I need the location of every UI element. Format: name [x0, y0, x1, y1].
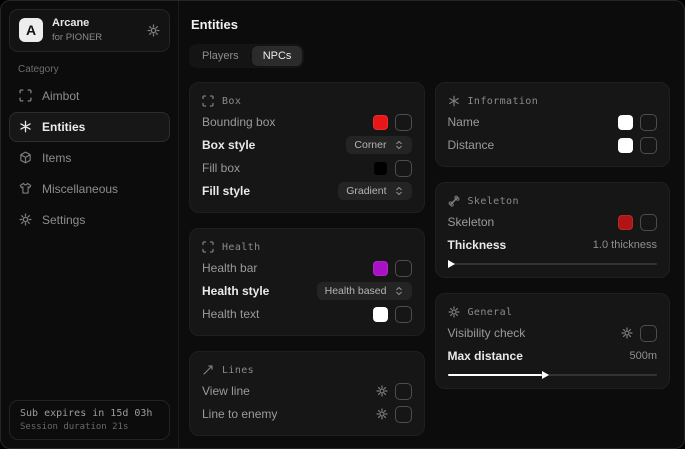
checkbox[interactable]	[395, 260, 412, 277]
sidebar-item-items[interactable]: Items	[9, 143, 170, 173]
sidebar: A Arcane for PIONER Category Aimbot Enti…	[1, 1, 179, 448]
max-distance-value: 500m	[629, 350, 657, 362]
sidebar-item-miscellaneous[interactable]: Miscellaneous	[9, 174, 170, 204]
setting-row-health-bar: Health bar	[202, 259, 412, 277]
card-skeleton: Skeleton Skeleton Thickness 1.0 thicknes…	[435, 182, 671, 278]
entities-icon	[19, 120, 32, 133]
checkbox[interactable]	[640, 325, 657, 342]
card-box: Box Bounding box Box style Corner	[189, 82, 425, 213]
app-window: A Arcane for PIONER Category Aimbot Enti…	[0, 0, 685, 449]
setting-row-bounding-box: Bounding box	[202, 113, 412, 131]
card-title: General	[468, 307, 513, 318]
sidebar-item-settings[interactable]: Settings	[9, 205, 170, 235]
setting-row-skeleton: Skeleton	[448, 213, 658, 231]
sidebar-item-aimbot[interactable]: Aimbot	[9, 81, 170, 111]
card-title: Box	[222, 96, 241, 107]
slider-handle[interactable]	[542, 371, 549, 379]
page-title: Entities	[191, 17, 670, 32]
checkbox[interactable]	[395, 160, 412, 177]
gear-icon	[19, 213, 32, 226]
setting-row-box-style: Box style Corner	[202, 136, 412, 154]
checkbox[interactable]	[640, 214, 657, 231]
gear-icon[interactable]	[376, 385, 388, 397]
sidebar-item-label: Miscellaneous	[42, 182, 118, 196]
card-title: Information	[468, 96, 539, 107]
fill-style-select[interactable]: Gradient	[338, 182, 411, 200]
health-scan-icon	[202, 241, 214, 253]
box-style-select[interactable]: Corner	[346, 136, 411, 154]
setting-row-fill-style: Fill style Gradient	[202, 182, 412, 200]
card-information: Information Name Distance	[435, 82, 671, 167]
sidebar-item-label: Entities	[42, 120, 85, 134]
subscription-box: Sub expires in 15d 03h Session duration …	[9, 400, 170, 440]
unfold-icon	[394, 140, 404, 150]
color-swatch[interactable]	[373, 161, 388, 176]
card-title: Health	[222, 242, 261, 253]
app-subtitle: for PIONER	[52, 32, 138, 43]
tab-players[interactable]: Players	[191, 46, 250, 66]
color-swatch[interactable]	[373, 115, 388, 130]
checkbox[interactable]	[395, 383, 412, 400]
checkbox[interactable]	[395, 406, 412, 423]
bone-icon	[448, 195, 460, 207]
color-swatch[interactable]	[618, 115, 633, 130]
slider-handle[interactable]	[448, 260, 455, 268]
card-lines: Lines View line Line to enemy	[189, 351, 425, 436]
color-swatch[interactable]	[373, 261, 388, 276]
setting-row-max-distance: Max distance 500m	[448, 347, 658, 365]
card-general: General Visibility check Max distance 50…	[435, 293, 671, 389]
setting-row-health-style: Health style Health based	[202, 282, 412, 300]
setting-row-view-line: View line	[202, 382, 412, 400]
checkbox[interactable]	[640, 137, 657, 154]
checkbox[interactable]	[640, 114, 657, 131]
brand-header: A Arcane for PIONER	[9, 9, 170, 52]
color-swatch[interactable]	[618, 215, 633, 230]
package-icon	[19, 151, 32, 164]
setting-row-line-to-enemy: Line to enemy	[202, 405, 412, 423]
card-title: Lines	[222, 365, 254, 376]
health-style-select[interactable]: Health based	[317, 282, 412, 300]
setting-row-thickness: Thickness 1.0 thickness	[448, 236, 658, 254]
sidebar-item-label: Items	[42, 151, 71, 165]
gear-icon[interactable]	[147, 24, 160, 37]
shirt-icon	[19, 182, 32, 195]
main-panel: Entities Players NPCs Box Bounding box	[179, 1, 684, 448]
gear-icon[interactable]	[621, 327, 633, 339]
app-logo: A	[19, 18, 43, 42]
setting-row-fill-box: Fill box	[202, 159, 412, 177]
unfold-icon	[394, 186, 404, 196]
card-health: Health Health bar Health style Health ba…	[189, 228, 425, 336]
color-swatch[interactable]	[373, 307, 388, 322]
gear-icon[interactable]	[376, 408, 388, 420]
setting-row-distance: Distance	[448, 136, 658, 154]
subscription-expiry: Sub expires in 15d 03h	[20, 408, 159, 419]
category-label: Category	[18, 64, 170, 75]
setting-row-health-text: Health text	[202, 305, 412, 323]
diagonal-line-icon	[202, 364, 214, 376]
sidebar-item-label: Settings	[42, 213, 85, 227]
unfold-icon	[394, 286, 404, 296]
box-scan-icon	[202, 95, 214, 107]
crosshair-icon	[19, 89, 32, 102]
sidebar-item-entities[interactable]: Entities	[9, 112, 170, 142]
thickness-slider[interactable]	[448, 263, 658, 265]
tab-npcs[interactable]: NPCs	[252, 46, 303, 66]
setting-row-name: Name	[448, 113, 658, 131]
card-title: Skeleton	[468, 196, 519, 207]
session-duration: Session duration 21s	[20, 422, 159, 432]
setting-row-visibility-check: Visibility check	[448, 324, 658, 342]
information-icon	[448, 95, 460, 107]
checkbox[interactable]	[395, 306, 412, 323]
entity-tabs: Players NPCs	[189, 44, 304, 68]
sidebar-nav: Aimbot Entities Items Miscellaneous Sett…	[9, 81, 170, 235]
max-distance-slider[interactable]	[448, 374, 658, 376]
thickness-value: 1.0 thickness	[593, 239, 657, 251]
app-title: Arcane	[52, 17, 138, 30]
sidebar-item-label: Aimbot	[42, 89, 79, 103]
checkbox[interactable]	[395, 114, 412, 131]
color-swatch[interactable]	[618, 138, 633, 153]
general-gear-icon	[448, 306, 460, 318]
